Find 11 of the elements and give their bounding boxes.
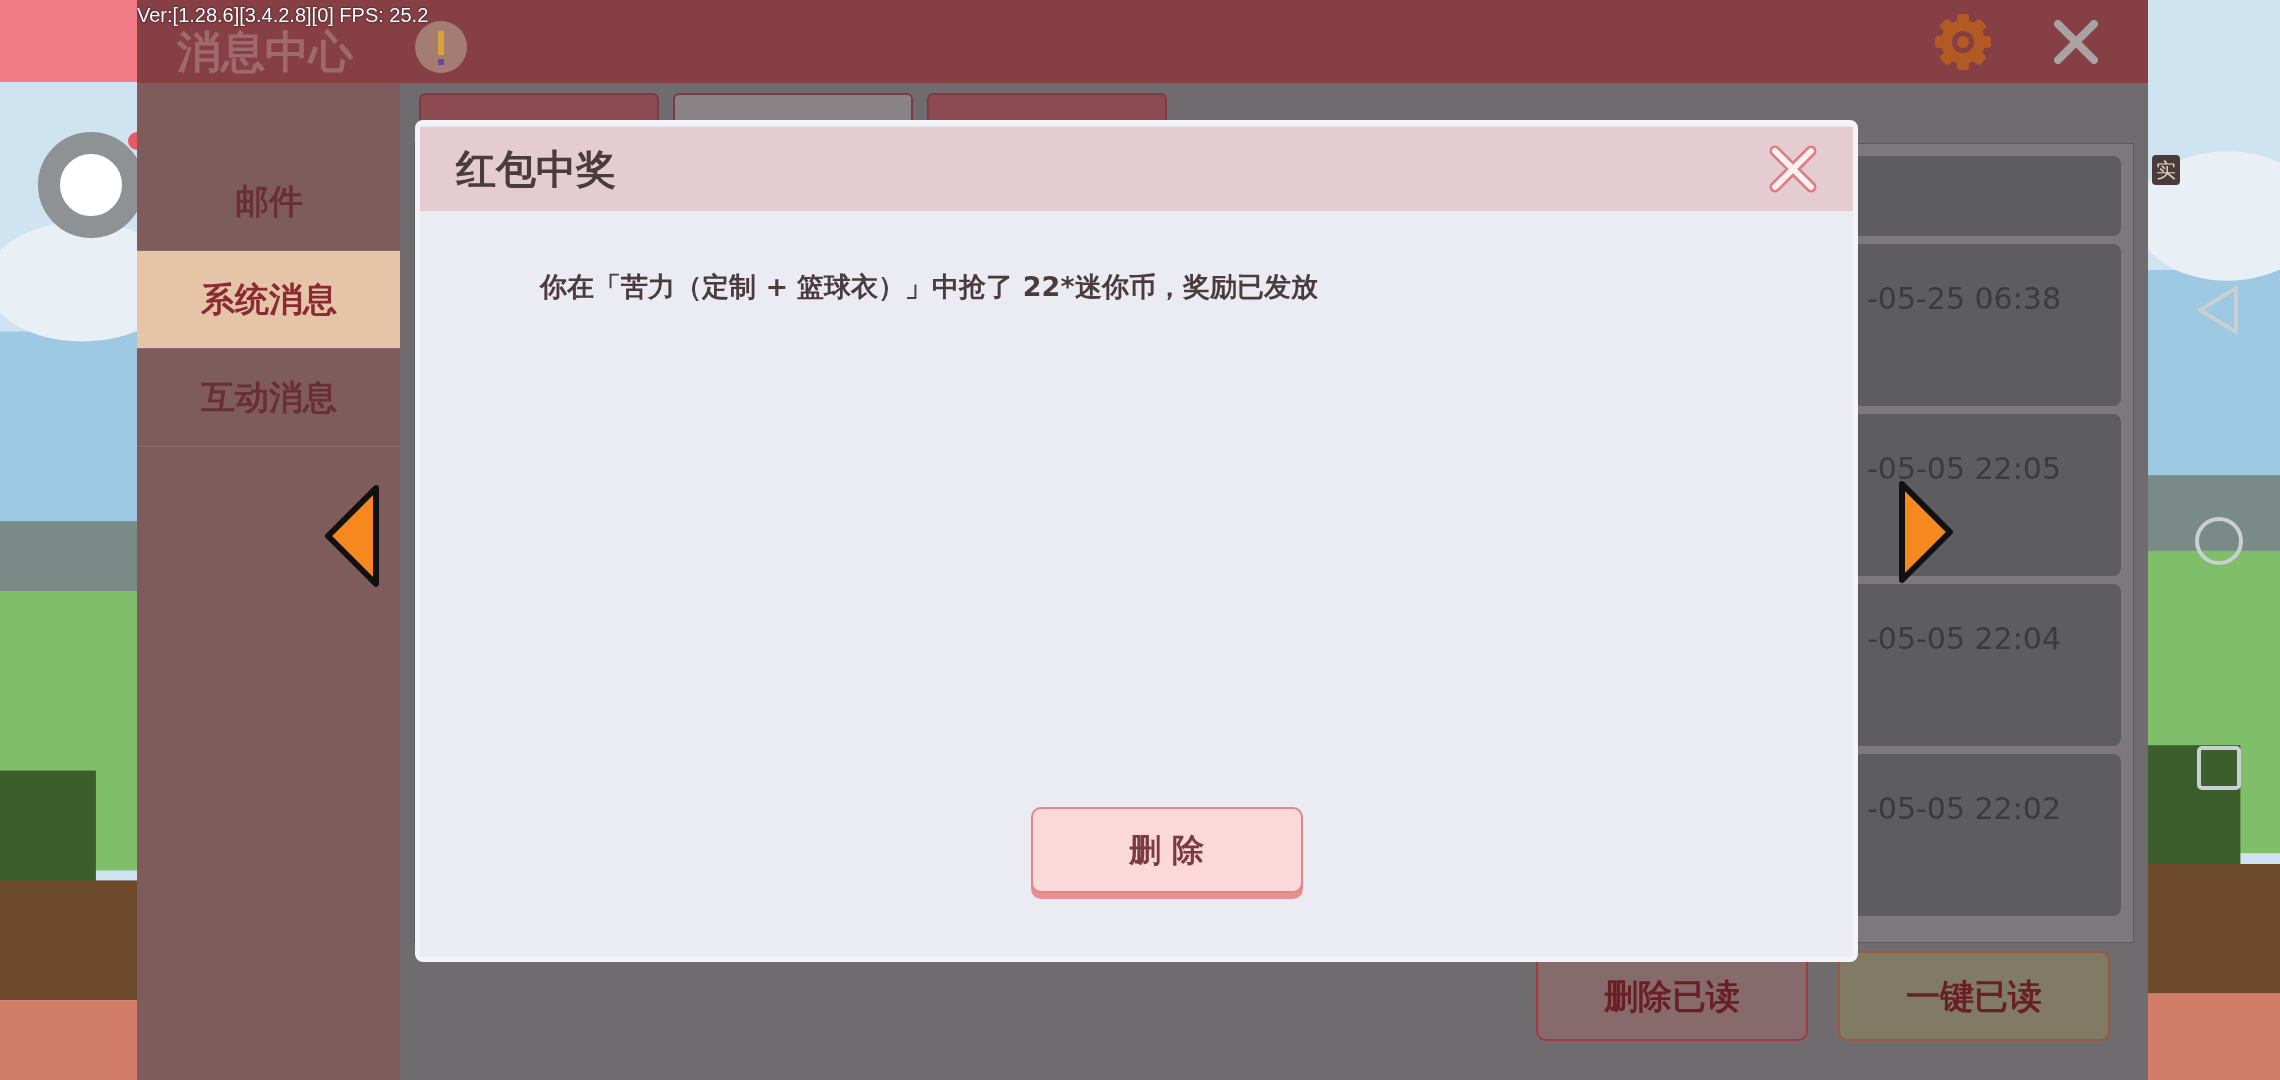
close-icon[interactable] (2054, 19, 2098, 64)
action-button[interactable]: 一键已读 (1838, 951, 2110, 1041)
close-icon[interactable] (1769, 145, 1817, 193)
badge-label: 实 (2152, 155, 2180, 185)
version-text: Ver:[1.28.6][3.4.2.8][0] FPS: 25.2 (137, 3, 429, 28)
dialog-title: 红包中奖 (456, 145, 616, 194)
sidebar-item[interactable]: 系统消息 (137, 251, 400, 349)
recents-icon[interactable] (2196, 745, 2242, 791)
dialog-message: 你在「苦力（定制 + 篮球衣）」中抢了 22*迷你币，奖励已发放 (540, 270, 1319, 304)
right-arrow-icon[interactable] (1896, 480, 1956, 584)
left-arrow-icon[interactable] (322, 484, 382, 588)
